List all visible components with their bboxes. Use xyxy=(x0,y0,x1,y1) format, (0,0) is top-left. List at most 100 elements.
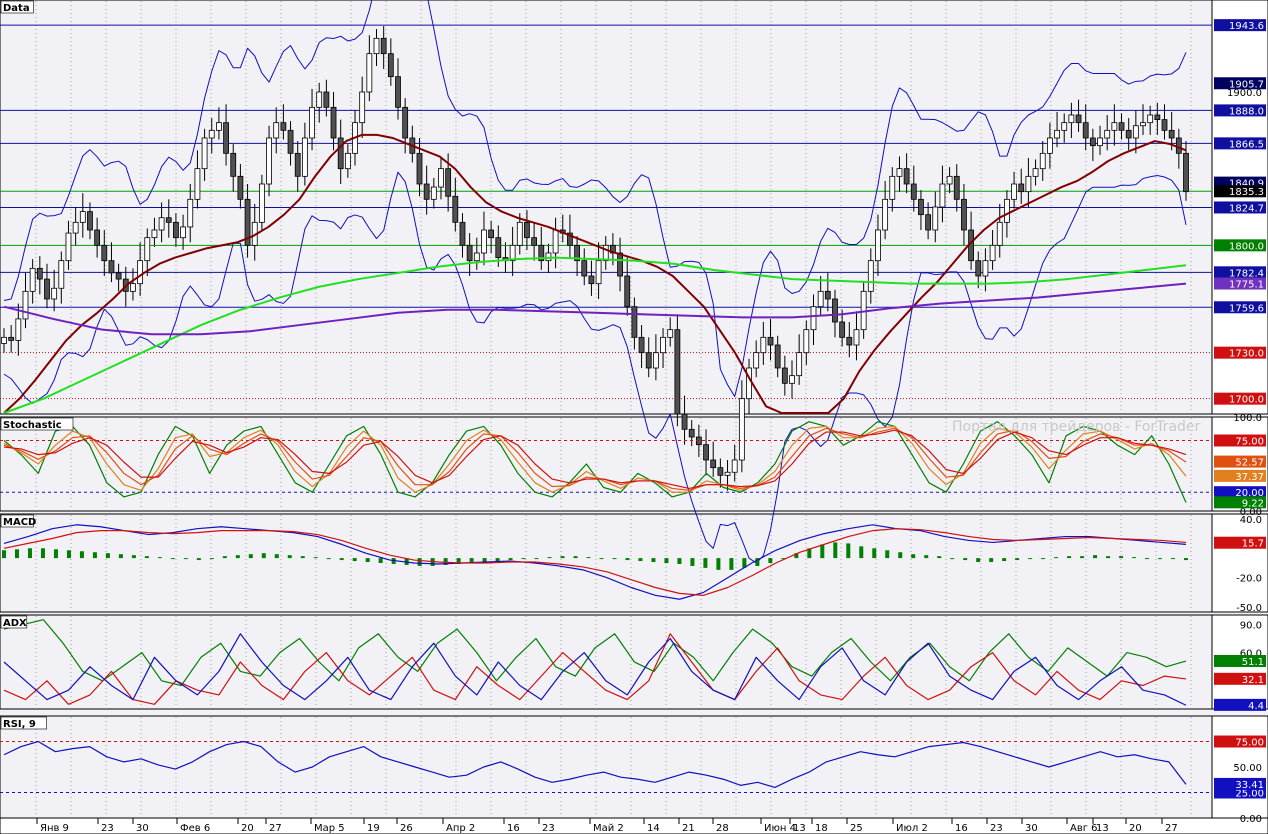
candle-body xyxy=(380,37,387,55)
price-tag-1700.0-text: 1700.0 xyxy=(1229,395,1264,406)
macd-histogram-bar xyxy=(131,555,136,559)
macd-histogram-bar xyxy=(1041,558,1046,560)
candle-body xyxy=(337,137,344,170)
stochastic-value-52.57-text: 52.57 xyxy=(1235,458,1264,469)
candle-body xyxy=(975,260,982,277)
candle-body xyxy=(738,398,745,461)
macd-histogram-bar xyxy=(690,558,695,566)
candle-body xyxy=(918,198,924,216)
candle-body xyxy=(1011,183,1017,200)
macd-histogram-bar xyxy=(885,550,890,559)
time-label: 21 xyxy=(682,823,695,834)
candle-body xyxy=(889,175,896,200)
macd-histogram-bar xyxy=(40,548,45,559)
candle-body xyxy=(387,53,394,78)
chart-canvas[interactable]: 1943.6 1888.0 1866.5 1835.3 1824.7 1800.0 1782… xyxy=(0,0,1268,834)
time-label: 19 xyxy=(367,823,380,834)
candle-body xyxy=(130,283,136,292)
macd-histogram-bar xyxy=(495,558,500,562)
candle-body xyxy=(395,76,401,108)
candle-body xyxy=(445,168,452,197)
macd-histogram-bar xyxy=(66,550,71,559)
candle-body xyxy=(910,183,917,200)
time-label: Июл 2 xyxy=(896,823,928,834)
candle-body xyxy=(660,336,666,354)
candle-body xyxy=(316,91,323,108)
candle-body xyxy=(373,37,380,55)
macd-value-15.7-text: 15.7 xyxy=(1242,539,1264,550)
time-label: 26 xyxy=(400,823,413,834)
candle-body xyxy=(416,152,423,185)
macd-histogram-bar xyxy=(209,558,214,560)
candle-body xyxy=(473,252,480,262)
macd-histogram-bar xyxy=(14,549,19,559)
candle-body xyxy=(882,198,889,231)
macd-histogram-bar xyxy=(573,556,578,559)
panel-2-axis-area xyxy=(1211,513,1268,613)
price-tag-1888.0-text: 1888.0 xyxy=(1229,106,1264,117)
macd-histogram-bar xyxy=(716,558,721,570)
candle-body xyxy=(1168,129,1175,139)
candle-body xyxy=(216,122,222,131)
candle-body xyxy=(438,168,444,188)
macd-histogram-bar xyxy=(1184,558,1188,561)
candle-body xyxy=(1082,122,1089,139)
candle-body xyxy=(524,221,530,239)
candle-body xyxy=(481,229,487,254)
candle-body xyxy=(903,168,910,185)
candle-body xyxy=(1004,198,1010,223)
macd-histogram-bar xyxy=(534,558,539,560)
candle-body xyxy=(180,226,186,239)
candle-body xyxy=(731,459,738,473)
candle-body xyxy=(1147,114,1154,124)
time-label: 28 xyxy=(716,823,729,834)
candle-body xyxy=(817,290,824,308)
candle-body xyxy=(1118,122,1125,131)
price-label-1905.7: 1905.7 xyxy=(1214,77,1266,90)
macd-histogram-bar xyxy=(1002,558,1007,562)
macd-histogram-bar xyxy=(313,557,318,559)
price-label-1775.1: 1775.1 xyxy=(1214,277,1266,291)
price-label-1905.7-text: 1905.7 xyxy=(1229,79,1264,90)
tick-macd: -50.0 xyxy=(1236,603,1262,614)
candle-body xyxy=(925,214,932,231)
candle-body xyxy=(839,321,846,338)
tick-adx: 90.0 xyxy=(1240,620,1262,631)
candle-body xyxy=(996,221,1003,246)
candle-body xyxy=(201,137,208,170)
candle-body xyxy=(688,428,695,438)
level-tag-stochastic-75.00-text: 75.00 xyxy=(1235,437,1264,448)
macd-histogram-bar xyxy=(92,552,97,559)
macd-histogram-bar xyxy=(196,558,201,561)
rsi-value-33.41: 33.41 xyxy=(1214,777,1266,791)
level-tag-rsi-75.00-text: 75.00 xyxy=(1235,738,1264,749)
macd-histogram-bar xyxy=(27,548,32,559)
panel-4-frame xyxy=(0,715,1213,819)
panel-title-stochastic-text: Stochastic xyxy=(3,420,62,431)
candle-body xyxy=(1132,125,1139,139)
candle-body xyxy=(165,217,172,223)
adx-value-32.1: 32.1 xyxy=(1214,672,1266,686)
candle-body xyxy=(495,237,502,259)
macd-histogram-bar xyxy=(79,551,84,559)
candle-body xyxy=(953,175,960,200)
candle-body xyxy=(796,352,803,377)
time-label: 27 xyxy=(269,823,282,834)
macd-histogram-bar xyxy=(183,558,188,560)
time-label: Авг 6 xyxy=(1070,823,1098,834)
macd-histogram-bar xyxy=(170,558,175,560)
candle-body xyxy=(939,183,946,208)
macd-histogram-bar xyxy=(846,543,851,559)
candle-body xyxy=(1061,122,1068,131)
candle-body xyxy=(1161,119,1168,131)
candle-body xyxy=(466,244,473,262)
macd-histogram-bar xyxy=(638,558,643,562)
candle-body xyxy=(753,352,760,369)
adx-value-51.1: 51.1 xyxy=(1214,654,1266,668)
candle-body xyxy=(22,290,29,320)
macd-histogram-bar xyxy=(963,558,968,561)
stochastic-value-9.22-text: 9.22 xyxy=(1242,498,1264,509)
candle-body xyxy=(330,106,337,139)
candle-body xyxy=(781,367,788,384)
candle-body xyxy=(875,229,881,262)
